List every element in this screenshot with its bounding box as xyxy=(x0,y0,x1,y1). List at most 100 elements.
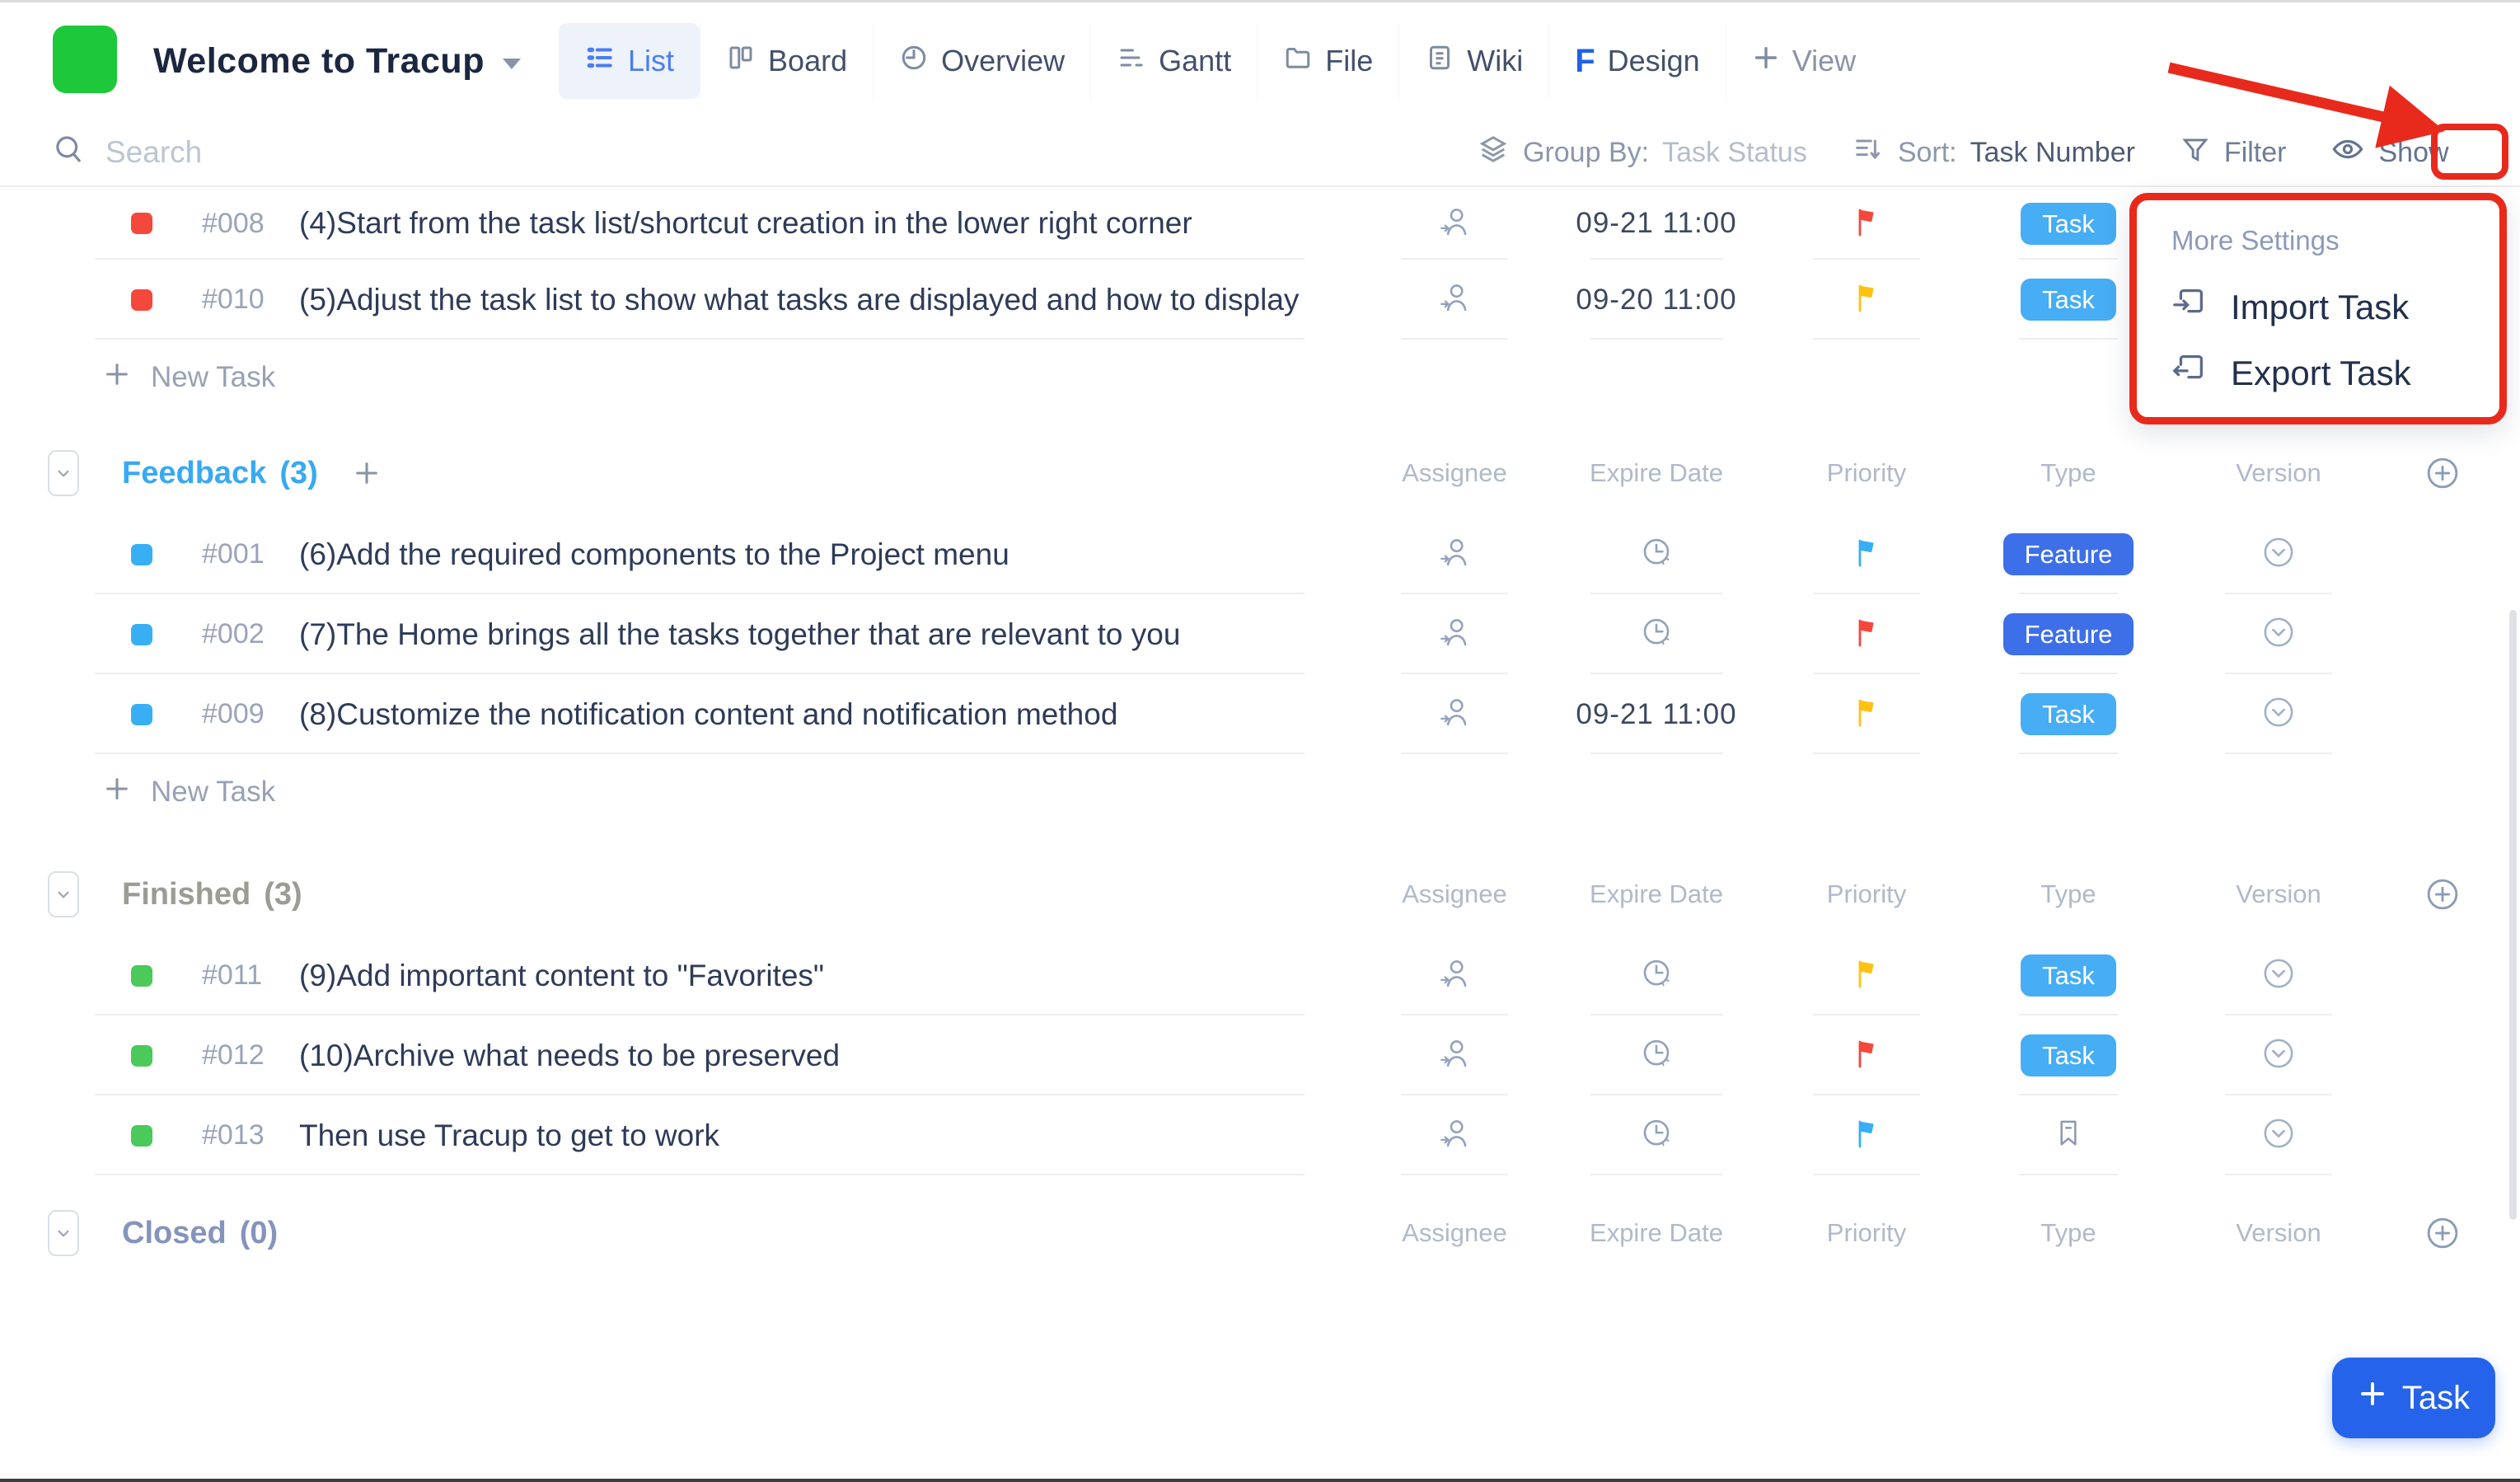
assignee-cell[interactable] xyxy=(1384,1036,1525,1075)
clock-icon[interactable] xyxy=(1639,535,1674,574)
expire-date-cell[interactable] xyxy=(1525,956,1788,995)
expire-date-cell[interactable] xyxy=(1525,1116,1788,1155)
type-cell[interactable]: Feature xyxy=(1945,533,2192,575)
column-header[interactable]: Priority xyxy=(1827,458,1906,488)
add-column-button[interactable] xyxy=(2424,1214,2461,1252)
task-title[interactable]: Then use Tracup to get to work xyxy=(274,1119,1384,1153)
priority-cell[interactable] xyxy=(1788,616,1945,653)
task-title[interactable]: (8)Customize the notification content an… xyxy=(274,697,1384,732)
column-header[interactable]: Assignee xyxy=(1402,879,1507,909)
expire-date-cell[interactable]: 09-21 11:00 xyxy=(1525,207,1788,240)
priority-cell[interactable] xyxy=(1788,957,1945,994)
assignee-cell[interactable] xyxy=(1384,204,1525,243)
tab-gantt[interactable]: Gantt xyxy=(1090,23,1257,99)
task-row[interactable]: #012(10)Archive what needs to be preserv… xyxy=(0,1015,2520,1095)
column-header[interactable]: Assignee xyxy=(1402,458,1507,488)
tab-file[interactable]: File xyxy=(1257,23,1398,99)
collapse-group-button[interactable] xyxy=(48,1210,79,1256)
type-badge[interactable]: Task xyxy=(2021,279,2116,321)
column-header[interactable]: Priority xyxy=(1827,879,1906,909)
tab-board[interactable]: Board xyxy=(700,23,873,99)
new-task-button[interactable]: New Task xyxy=(0,754,2520,830)
filter-control[interactable]: Filter xyxy=(2180,134,2287,172)
sort-control[interactable]: Sort: Task Number xyxy=(1852,133,2135,173)
task-title[interactable]: (6)Add the required components to the Pr… xyxy=(274,537,1384,572)
column-header[interactable]: Type xyxy=(2040,458,2096,488)
add-view-button[interactable]: View xyxy=(1726,23,1881,99)
search-input[interactable]: Search xyxy=(51,120,202,185)
task-title[interactable]: (9)Add important content to "Favorites" xyxy=(274,959,1384,993)
column-header[interactable]: Priority xyxy=(1827,1218,1906,1248)
column-header[interactable]: Version xyxy=(2236,1218,2321,1248)
add-column-button[interactable] xyxy=(2424,454,2461,492)
expire-date[interactable]: 09-21 11:00 xyxy=(1576,698,1736,731)
assignee-cell[interactable] xyxy=(1384,615,1525,654)
version-cell[interactable] xyxy=(2192,614,2365,654)
tab-design[interactable]: F Design xyxy=(1548,23,1726,99)
column-header[interactable]: Expire Date xyxy=(1590,1218,1723,1248)
status-cell[interactable] xyxy=(95,544,159,565)
expire-date[interactable]: 09-20 11:00 xyxy=(1576,284,1736,317)
type-badge[interactable]: Task xyxy=(2021,693,2116,735)
task-title[interactable]: (10)Archive what needs to be preserved xyxy=(274,1039,1384,1073)
project-logo[interactable] xyxy=(53,26,117,93)
clock-icon[interactable] xyxy=(1639,1116,1674,1155)
status-cell[interactable] xyxy=(95,289,159,311)
collapse-group-button[interactable] xyxy=(48,450,79,496)
priority-cell[interactable] xyxy=(1788,536,1945,573)
type-badge[interactable]: Feature xyxy=(2003,613,2134,655)
add-column-button[interactable] xyxy=(2424,875,2461,913)
version-cell[interactable] xyxy=(2192,694,2365,734)
version-cell[interactable] xyxy=(2192,534,2365,575)
task-title[interactable]: (4)Start from the task list/shortcut cre… xyxy=(274,206,1384,241)
task-row[interactable]: #011(9)Add important content to "Favorit… xyxy=(0,936,2520,1015)
collapse-group-button[interactable] xyxy=(48,871,79,917)
priority-cell[interactable] xyxy=(1788,1117,1945,1154)
type-cell[interactable]: Task xyxy=(1945,1034,2192,1076)
expire-date-cell[interactable]: 09-20 11:00 xyxy=(1525,284,1788,317)
assignee-cell[interactable] xyxy=(1384,956,1525,995)
status-cell[interactable] xyxy=(95,624,159,645)
status-cell[interactable] xyxy=(95,1045,159,1067)
tab-wiki[interactable]: Wiki xyxy=(1398,23,1548,99)
priority-cell[interactable] xyxy=(1788,281,1945,318)
priority-cell[interactable] xyxy=(1788,205,1945,242)
task-title[interactable]: (7)The Home brings all the tasks togethe… xyxy=(274,617,1384,652)
task-row[interactable]: #002(7)The Home brings all the tasks tog… xyxy=(0,594,2520,674)
task-row[interactable]: #013Then use Tracup to get to work xyxy=(0,1095,2520,1175)
status-cell[interactable] xyxy=(95,965,159,987)
task-title[interactable]: (5)Adjust the task list to show what tas… xyxy=(274,283,1384,317)
assignee-cell[interactable] xyxy=(1384,695,1525,734)
column-header[interactable]: Version xyxy=(2236,458,2321,488)
expire-date-cell[interactable] xyxy=(1525,615,1788,654)
priority-cell[interactable] xyxy=(1788,1037,1945,1074)
column-header[interactable]: Version xyxy=(2236,879,2321,909)
assignee-cell[interactable] xyxy=(1384,1116,1525,1155)
task-row[interactable]: #001(6)Add the required components to th… xyxy=(0,514,2520,594)
tab-list[interactable]: List xyxy=(559,23,700,99)
assignee-cell[interactable] xyxy=(1384,280,1525,319)
export-task-item[interactable]: Export Task xyxy=(2137,340,2499,406)
project-switcher[interactable]: Welcome to Tracup xyxy=(153,2,521,120)
type-badge[interactable]: Task xyxy=(2021,203,2116,245)
version-cell[interactable] xyxy=(2192,1035,2365,1076)
column-header[interactable]: Expire Date xyxy=(1590,879,1723,909)
group-by-control[interactable]: Group By: Task Status xyxy=(1477,133,1807,173)
tab-overview[interactable]: Overview xyxy=(873,23,1090,99)
expire-date-cell[interactable] xyxy=(1525,535,1788,574)
version-cell[interactable] xyxy=(2192,955,2365,996)
column-header[interactable]: Expire Date xyxy=(1590,458,1723,488)
add-task-button[interactable]: Task xyxy=(2332,1358,2495,1438)
column-header[interactable]: Type xyxy=(2040,879,2096,909)
type-badge[interactable]: Feature xyxy=(2003,533,2134,575)
add-task-to-group-button[interactable] xyxy=(353,459,381,487)
column-header[interactable]: Assignee xyxy=(1402,1218,1507,1248)
version-cell[interactable] xyxy=(2192,1115,2365,1156)
show-control[interactable]: Show xyxy=(2330,132,2448,174)
type-cell[interactable]: Feature xyxy=(1945,613,2192,655)
status-cell[interactable] xyxy=(95,704,159,725)
vertical-scrollbar[interactable] xyxy=(2509,610,2517,1220)
type-badge[interactable]: Task xyxy=(2021,954,2116,997)
type-cell[interactable]: Task xyxy=(1945,954,2192,997)
status-cell[interactable] xyxy=(95,213,159,234)
